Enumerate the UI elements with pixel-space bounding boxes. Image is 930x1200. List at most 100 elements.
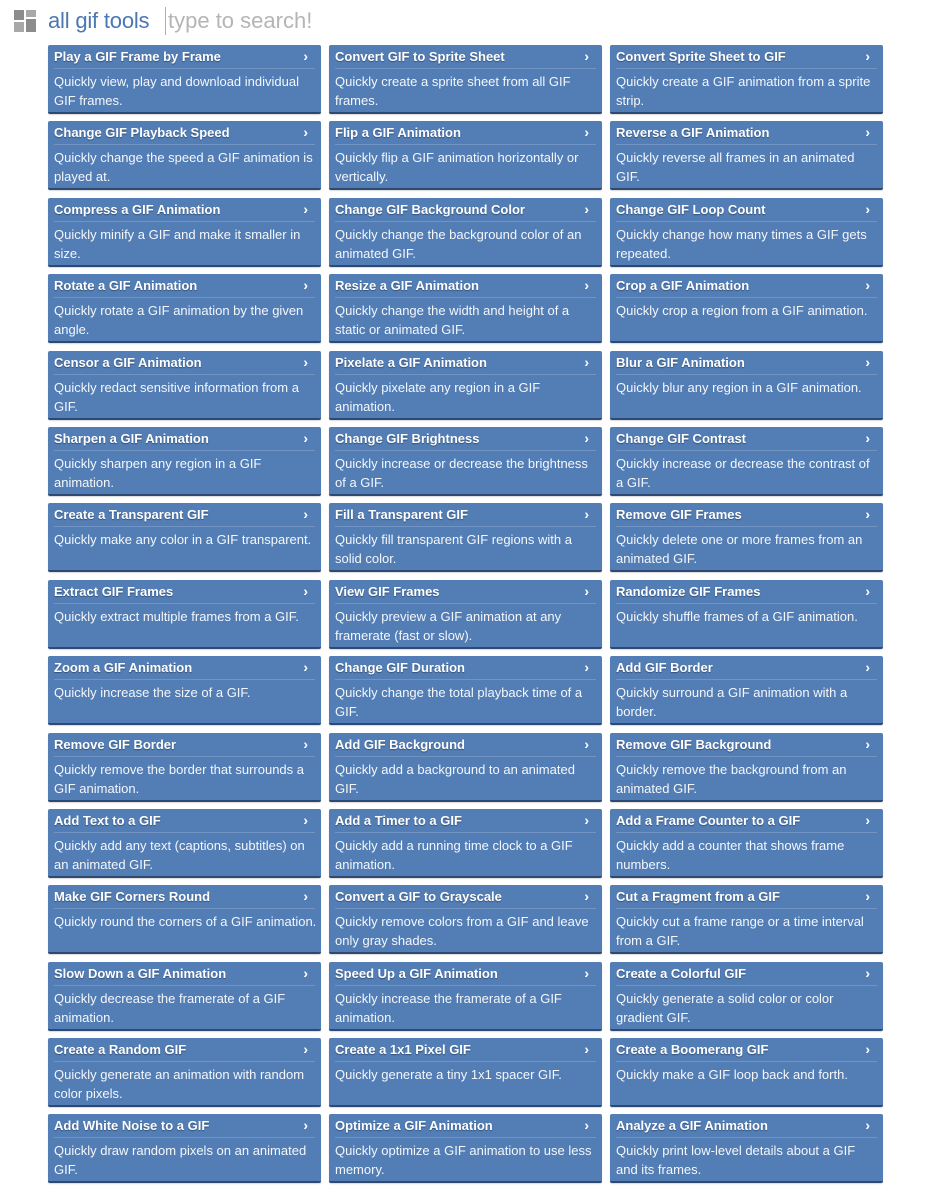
search-input[interactable] xyxy=(165,7,568,35)
card-header: Remove GIF Frames › xyxy=(616,503,877,528)
tool-card[interactable]: Resize a GIF Animation › Quickly change … xyxy=(329,274,602,344)
card-title: Speed Up a GIF Animation xyxy=(335,965,498,981)
chevron-right-icon: › xyxy=(303,506,308,523)
tool-card[interactable]: Convert Sprite Sheet to GIF › Quickly cr… xyxy=(610,45,883,114)
card-header: Censor a GIF Animation › xyxy=(54,351,315,375)
card-description: Quickly shuffle frames of a GIF animatio… xyxy=(616,608,858,624)
card-description: Quickly add a running time clock to a GI… xyxy=(335,837,573,872)
tool-card[interactable]: Analyze a GIF Animation › Quickly print … xyxy=(610,1114,883,1184)
tool-card[interactable]: Remove GIF Border › Quickly remove the b… xyxy=(48,732,321,802)
tool-card[interactable]: Sharpen a GIF Animation › Quickly sharpe… xyxy=(48,426,321,496)
card-header: Speed Up a GIF Animation › xyxy=(335,962,596,986)
card-header: Create a Boomerang GIF › xyxy=(616,1038,877,1063)
card-description: Quickly crop a region from a GIF animati… xyxy=(616,303,868,319)
card-description: Quickly generate an animation with rando… xyxy=(54,1067,305,1102)
chevron-right-icon: › xyxy=(303,48,308,64)
chevron-right-icon: › xyxy=(865,888,870,905)
chevron-right-icon: › xyxy=(865,811,870,828)
card-header: Change GIF Loop Count › xyxy=(616,198,877,222)
card-title: Cut a Fragment from a GIF xyxy=(616,889,780,905)
card-header: Crop a GIF Animation › xyxy=(616,274,877,299)
tool-card[interactable]: Compress a GIF Animation › Quickly minif… xyxy=(48,197,321,267)
tool-card[interactable]: Add White Noise to a GIF › Quickly draw … xyxy=(48,1114,321,1184)
tool-card[interactable]: View GIF Frames › Quickly preview a GIF … xyxy=(329,579,602,649)
tool-card[interactable]: Flip a GIF Animation › Quickly flip a GI… xyxy=(329,121,602,191)
tool-card[interactable]: Convert GIF to Sprite Sheet › Quickly cr… xyxy=(329,45,602,114)
card-header: Sharpen a GIF Animation › xyxy=(54,427,315,451)
tool-card[interactable]: Change GIF Background Color › Quickly ch… xyxy=(329,197,602,267)
chevron-right-icon: › xyxy=(584,200,589,217)
tool-card[interactable]: Pixelate a GIF Animation › Quickly pixel… xyxy=(329,350,602,420)
chevron-right-icon: › xyxy=(584,888,589,905)
card-header: Add GIF Border › xyxy=(616,656,877,681)
tool-card[interactable]: Change GIF Brightness › Quickly increase… xyxy=(329,426,602,496)
card-header: Convert GIF to Sprite Sheet › xyxy=(335,45,596,69)
card-title: Remove GIF Frames xyxy=(616,507,742,523)
tool-card[interactable]: Reverse a GIF Animation › Quickly revers… xyxy=(610,121,883,191)
card-title: Flip a GIF Animation xyxy=(335,125,461,141)
tool-card[interactable]: Create a Random GIF › Quickly generate a… xyxy=(48,1038,321,1108)
chevron-right-icon: › xyxy=(865,277,870,294)
card-title: Fill a Transparent GIF xyxy=(335,507,468,523)
tool-card[interactable]: Add GIF Background › Quickly add a backg… xyxy=(329,732,602,802)
card-description: Quickly optimize a GIF animation to use … xyxy=(335,1143,592,1178)
tool-card[interactable]: Optimize a GIF Animation › Quickly optim… xyxy=(329,1114,602,1184)
chevron-right-icon: › xyxy=(303,277,308,294)
card-title: Rotate a GIF Animation xyxy=(54,278,198,294)
tool-card[interactable]: Cut a Fragment from a GIF › Quickly cut … xyxy=(610,885,883,955)
tool-card[interactable]: Add GIF Border › Quickly surround a GIF … xyxy=(610,656,883,726)
card-header: Add Text to a GIF › xyxy=(54,809,315,833)
tool-card[interactable]: Censor a GIF Animation › Quickly redact … xyxy=(48,350,321,420)
card-header: Change GIF Contrast › xyxy=(616,427,877,451)
chevron-right-icon: › xyxy=(303,429,308,446)
tool-card[interactable]: Add a Frame Counter to a GIF › Quickly a… xyxy=(610,808,883,878)
tool-card[interactable]: Create a Colorful GIF › Quickly generate… xyxy=(610,961,883,1031)
tool-card[interactable]: Slow Down a GIF Animation › Quickly decr… xyxy=(48,961,321,1031)
card-description: Quickly draw random pixels on an animate… xyxy=(54,1143,307,1178)
tool-card[interactable]: Change GIF Playback Speed › Quickly chan… xyxy=(48,121,321,191)
card-description: Quickly remove colors from a GIF and lea… xyxy=(335,914,589,949)
tool-card[interactable]: Convert a GIF to Grayscale › Quickly rem… xyxy=(329,885,602,955)
card-header: Create a Transparent GIF › xyxy=(54,503,315,528)
tool-card[interactable]: Make GIF Corners Round › Quickly round t… xyxy=(48,885,321,955)
card-header: Change GIF Background Color › xyxy=(335,198,596,222)
card-description: Quickly remove the background from an an… xyxy=(616,761,847,796)
chevron-right-icon: › xyxy=(865,506,870,523)
tool-card[interactable]: Fill a Transparent GIF › Quickly fill tr… xyxy=(329,503,602,573)
chevron-right-icon: › xyxy=(303,124,308,141)
card-title: Change GIF Background Color xyxy=(335,201,525,217)
card-title: Analyze a GIF Animation xyxy=(616,1118,768,1134)
card-title: Make GIF Corners Round xyxy=(54,889,211,905)
tool-card[interactable]: Speed Up a GIF Animation › Quickly incre… xyxy=(329,961,602,1031)
tool-card[interactable]: Play a GIF Frame by Frame › Quickly view… xyxy=(48,45,321,114)
chevron-right-icon: › xyxy=(584,1041,589,1058)
tool-card[interactable]: Create a Boomerang GIF › Quickly make a … xyxy=(610,1038,883,1108)
card-header: Create a Colorful GIF › xyxy=(616,962,877,986)
card-header: Change GIF Brightness › xyxy=(335,427,596,451)
card-title: Convert a GIF to Grayscale xyxy=(335,889,502,905)
card-title: Change GIF Duration xyxy=(335,660,465,676)
card-header: Cut a Fragment from a GIF › xyxy=(616,885,877,910)
tool-card[interactable]: Blur a GIF Animation › Quickly blur any … xyxy=(610,350,883,420)
card-title: Reverse a GIF Animation xyxy=(616,125,770,141)
tool-card[interactable]: Remove GIF Frames › Quickly delete one o… xyxy=(610,503,883,573)
tool-card[interactable]: Add a Timer to a GIF › Quickly add a run… xyxy=(329,808,602,878)
tool-card[interactable]: Change GIF Duration › Quickly change the… xyxy=(329,656,602,726)
tool-card[interactable]: Change GIF Contrast › Quickly increase o… xyxy=(610,426,883,496)
tool-card[interactable]: Create a 1x1 Pixel GIF › Quickly generat… xyxy=(329,1038,602,1108)
grid-squares-icon[interactable] xyxy=(14,10,36,32)
card-description: Quickly extract multiple frames from a G… xyxy=(54,608,299,624)
tool-card[interactable]: Change GIF Loop Count › Quickly change h… xyxy=(610,197,883,267)
tool-card[interactable]: Add Text to a GIF › Quickly add any text… xyxy=(48,808,321,878)
tool-card[interactable]: Extract GIF Frames › Quickly extract mul… xyxy=(48,579,321,649)
tool-card[interactable]: Rotate a GIF Animation › Quickly rotate … xyxy=(48,274,321,344)
card-description: Quickly minify a GIF and make it smaller… xyxy=(54,226,301,261)
tool-card[interactable]: Crop a GIF Animation › Quickly crop a re… xyxy=(610,274,883,344)
tool-card[interactable]: Create a Transparent GIF › Quickly make … xyxy=(48,503,321,573)
site-title[interactable]: all gif tools xyxy=(48,7,150,35)
card-title: Remove GIF Border xyxy=(54,736,177,752)
tool-card[interactable]: Remove GIF Background › Quickly remove t… xyxy=(610,732,883,802)
tool-card[interactable]: Zoom a GIF Animation › Quickly increase … xyxy=(48,656,321,726)
card-description: Quickly redact sensitive information fro… xyxy=(54,379,299,414)
tool-card[interactable]: Randomize GIF Frames › Quickly shuffle f… xyxy=(610,579,883,649)
